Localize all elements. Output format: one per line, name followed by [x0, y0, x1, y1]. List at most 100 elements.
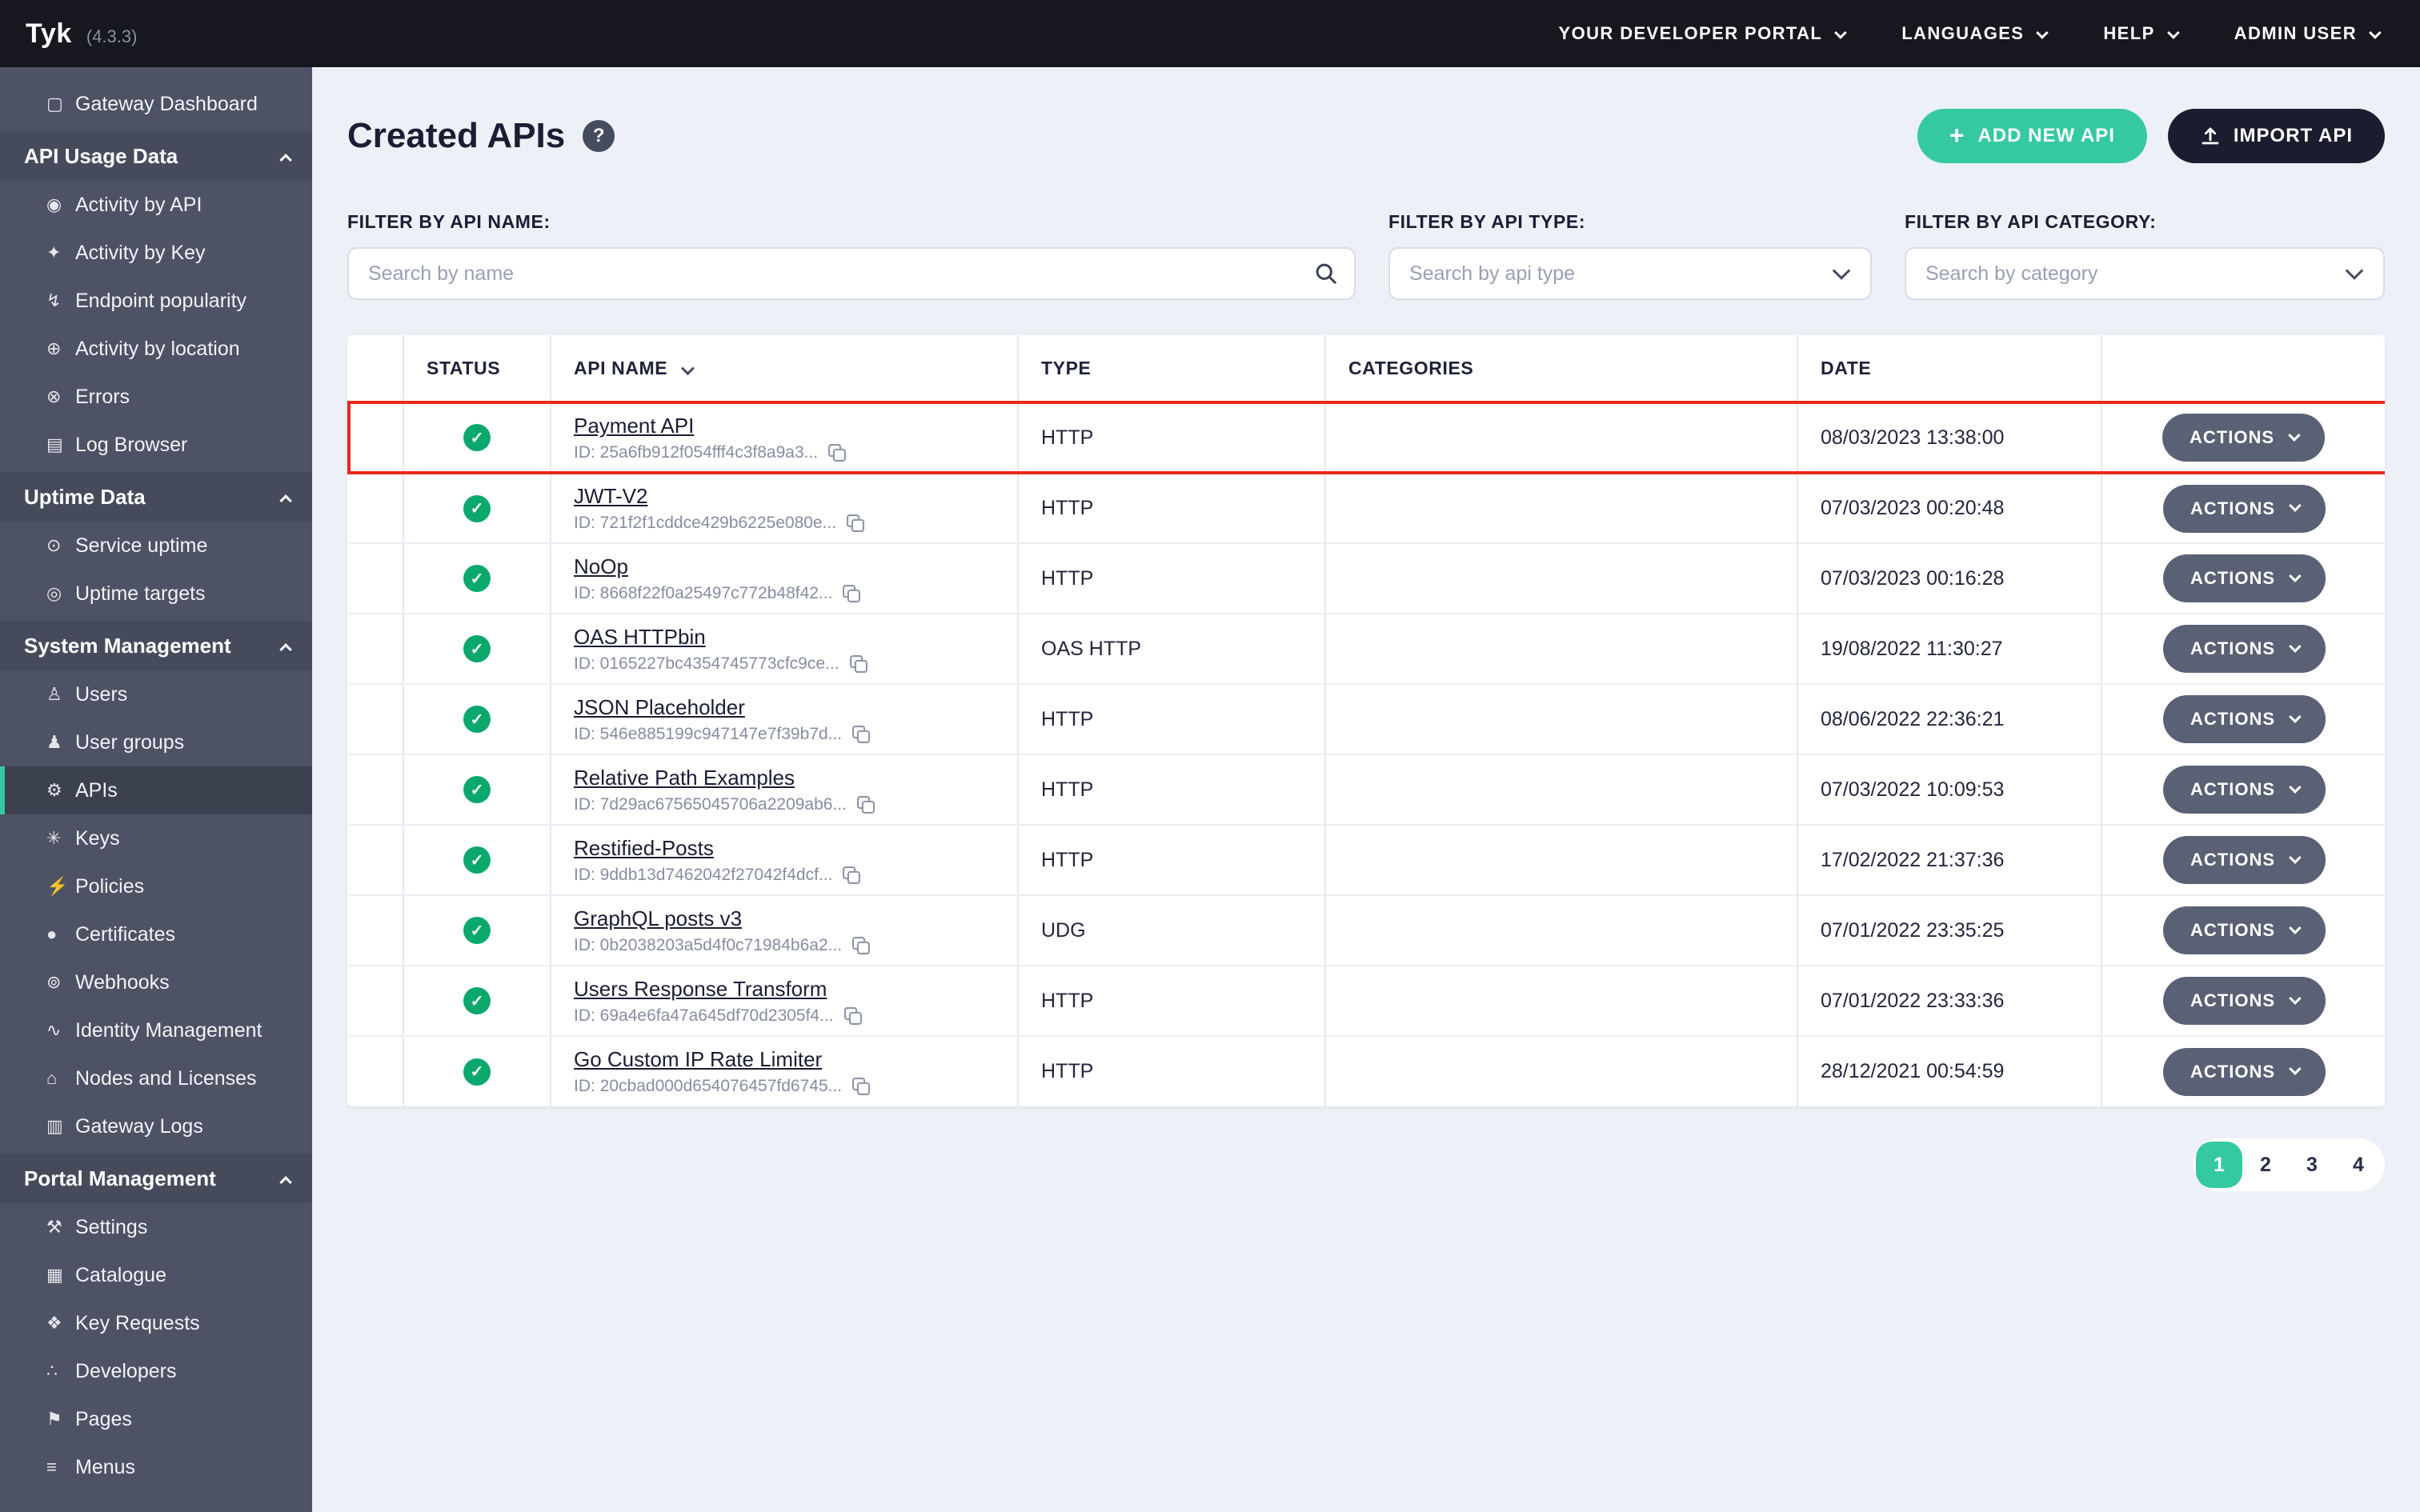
actions-button[interactable]: ACTIONS [2163, 977, 2326, 1025]
search-icon [1316, 263, 1336, 284]
menu-admin-user[interactable]: ADMIN USER [2234, 23, 2382, 44]
sidebar-item-settings[interactable]: ⚒ Settings [0, 1203, 312, 1251]
copy-icon[interactable] [846, 514, 865, 533]
actions-button[interactable]: ACTIONS [2163, 625, 2326, 673]
sidebar-item-label: Users [75, 682, 128, 706]
api-id-text: ID: 20cbad000d654076457fd6745... [574, 1077, 843, 1095]
sidebar-item-webhooks[interactable]: ⊚ Webhooks [0, 958, 312, 1006]
api-name-link[interactable]: Payment API [574, 414, 694, 438]
tyk-wordmark: Tyk [26, 18, 72, 49]
api-name-link[interactable]: OAS HTTPbin [574, 625, 706, 649]
copy-icon[interactable] [851, 1077, 871, 1096]
sidebar-section-api-usage-data[interactable]: API Usage Data [0, 131, 312, 181]
api-name-link[interactable]: JWT-V2 [574, 484, 647, 508]
api-name-link[interactable]: GraphQL posts v3 [574, 906, 742, 930]
actions-button[interactable]: ACTIONS [2163, 1047, 2326, 1096]
copy-icon[interactable] [842, 866, 861, 885]
actions-button-label: ACTIONS [2190, 1061, 2275, 1082]
gateway-logs-icon: ▥ [46, 1116, 63, 1136]
copy-icon[interactable] [827, 443, 847, 462]
sidebar-item-activity-by-api[interactable]: ◉ Activity by API [0, 181, 312, 229]
tyk-logo[interactable]: Tyk (4.3.3) [26, 18, 137, 50]
api-name-link[interactable]: NoOp [574, 554, 628, 578]
sidebar-item-menus[interactable]: ≡ Menus [0, 1443, 312, 1491]
table-row: GraphQL posts v3 ID: 0b2038203a5d4f0c719… [349, 895, 2385, 966]
sidebar-item-key-requests[interactable]: ❖ Key Requests [0, 1299, 312, 1347]
sidebar-item-keys[interactable]: ✳ Keys [0, 814, 312, 862]
sidebar-item-label: User groups [75, 730, 185, 754]
pagination-page-button[interactable]: 2 [2242, 1142, 2289, 1188]
endpoint-popularity-icon: ↯ [46, 290, 62, 310]
sidebar-item-service-uptime[interactable]: ⊙ Service uptime [0, 522, 312, 570]
key-activity-icon: ✦ [46, 242, 62, 262]
api-name-link[interactable]: Users Response Transform [574, 977, 827, 1001]
sidebar-item-developers[interactable]: ∴ Developers [0, 1347, 312, 1395]
sidebar-item-label: Service uptime [75, 534, 208, 557]
table-row: Users Response Transform ID: 69a4e6fa47a… [349, 966, 2385, 1037]
copy-icon[interactable] [849, 654, 868, 674]
sidebar-item-activity-by-key[interactable]: ✦ Activity by Key [0, 229, 312, 277]
add-new-api-button[interactable]: ADD NEW API [1917, 109, 2147, 163]
actions-button[interactable]: ACTIONS [2163, 906, 2326, 954]
sidebar-item-pages[interactable]: ⚑ Pages [0, 1395, 312, 1443]
api-name-link[interactable]: JSON Placeholder [574, 695, 745, 719]
table-row: JWT-V2 ID: 721f2f1cddce429b6225e080e... [349, 473, 2385, 544]
sidebar-item-log-browser[interactable]: ▤ Log Browser [0, 421, 312, 469]
app-root: Tyk (4.3.3) YOUR DEVELOPER PORTAL LANGUA… [0, 0, 2420, 1512]
sidebar-item-label: Pages [75, 1407, 132, 1430]
api-categories-cell [1324, 614, 1797, 685]
api-name-link[interactable]: Go Custom IP Rate Limiter [574, 1047, 822, 1071]
menu-developer-portal[interactable]: YOUR DEVELOPER PORTAL [1559, 23, 1847, 44]
actions-button[interactable]: ACTIONS [2163, 484, 2326, 533]
pagination-page-button[interactable]: 3 [2289, 1142, 2335, 1188]
sidebar-item-gateway-dashboard[interactable]: ▢ Gateway Dashboard [0, 80, 312, 128]
sort-chevron-down-icon[interactable] [681, 361, 695, 375]
api-name-link[interactable]: Restified-Posts [574, 836, 714, 860]
filter-input[interactable] [347, 247, 1356, 300]
table-row: Relative Path Examples ID: 7d29ac6756504… [349, 754, 2385, 826]
copy-icon[interactable] [842, 584, 861, 603]
help-icon[interactable] [583, 120, 615, 152]
api-date-cell: 19/08/2022 11:30:27 [1797, 614, 2101, 685]
copy-icon[interactable] [851, 936, 871, 955]
sidebar-item-certificates[interactable]: ● Certificates [0, 910, 312, 958]
sidebar-item-endpoint-popularity[interactable]: ↯ Endpoint popularity [0, 277, 312, 325]
sidebar-item-apis[interactable]: ⚙ APIs [0, 766, 312, 814]
sidebar-item-catalogue[interactable]: ▦ Catalogue [0, 1251, 312, 1299]
sidebar-item-gateway-logs[interactable]: ▥ Gateway Logs [0, 1102, 312, 1150]
sidebar-item-activity-by-location[interactable]: ⊕ Activity by location [0, 325, 312, 373]
sidebar-item-policies[interactable]: ⚡ Policies [0, 862, 312, 910]
sidebar-section-uptime-data[interactable]: Uptime Data [0, 472, 312, 522]
sidebar-item-errors[interactable]: ⊗ Errors [0, 373, 312, 421]
sidebar-item-user-groups[interactable]: ♟ User groups [0, 718, 312, 766]
filter-input[interactable] [1905, 247, 2385, 300]
api-name-link[interactable]: Relative Path Examples [574, 766, 795, 790]
copy-icon[interactable] [856, 795, 875, 814]
sidebar-item-users[interactable]: ♙ Users [0, 670, 312, 718]
sidebar-item-nodes-and-licenses[interactable]: ⌂ Nodes and Licenses [0, 1054, 312, 1102]
copy-icon[interactable] [843, 1006, 863, 1026]
table-row: OAS HTTPbin ID: 0165227bc4354745773cfc9c… [349, 614, 2385, 685]
filter-input[interactable] [1388, 247, 1872, 300]
menu-label: HELP [2103, 23, 2155, 43]
check-circle-icon [463, 846, 491, 874]
copy-icon[interactable] [851, 725, 871, 744]
sidebar-section-portal-management[interactable]: Portal Management [0, 1154, 312, 1203]
actions-button[interactable]: ACTIONS [2163, 554, 2326, 602]
column-header-api-name[interactable]: API NAME [550, 335, 1018, 403]
menu-languages[interactable]: LANGUAGES [1901, 23, 2049, 44]
actions-button[interactable]: ACTIONS [2163, 836, 2326, 884]
chevron-up-icon [279, 153, 292, 166]
pagination-page-button[interactable]: 4 [2335, 1142, 2382, 1188]
pagination-page-button[interactable]: 1 [2196, 1142, 2242, 1188]
sidebar-section-system-management[interactable]: System Management [0, 621, 312, 670]
actions-button[interactable]: ACTIONS [2163, 766, 2326, 814]
api-date-cell: 07/03/2022 10:09:53 [1797, 754, 2101, 826]
actions-button[interactable]: ACTIONS [2163, 695, 2326, 743]
column-header-categories: CATEGORIES [1324, 335, 1797, 403]
actions-button[interactable]: ACTIONS [2162, 414, 2325, 462]
import-api-button[interactable]: IMPORT API [2167, 109, 2385, 163]
sidebar-item-uptime-targets[interactable]: ◎ Uptime targets [0, 570, 312, 618]
sidebar-item-identity-management[interactable]: ∿ Identity Management [0, 1006, 312, 1054]
menu-help[interactable]: HELP [2103, 23, 2180, 44]
